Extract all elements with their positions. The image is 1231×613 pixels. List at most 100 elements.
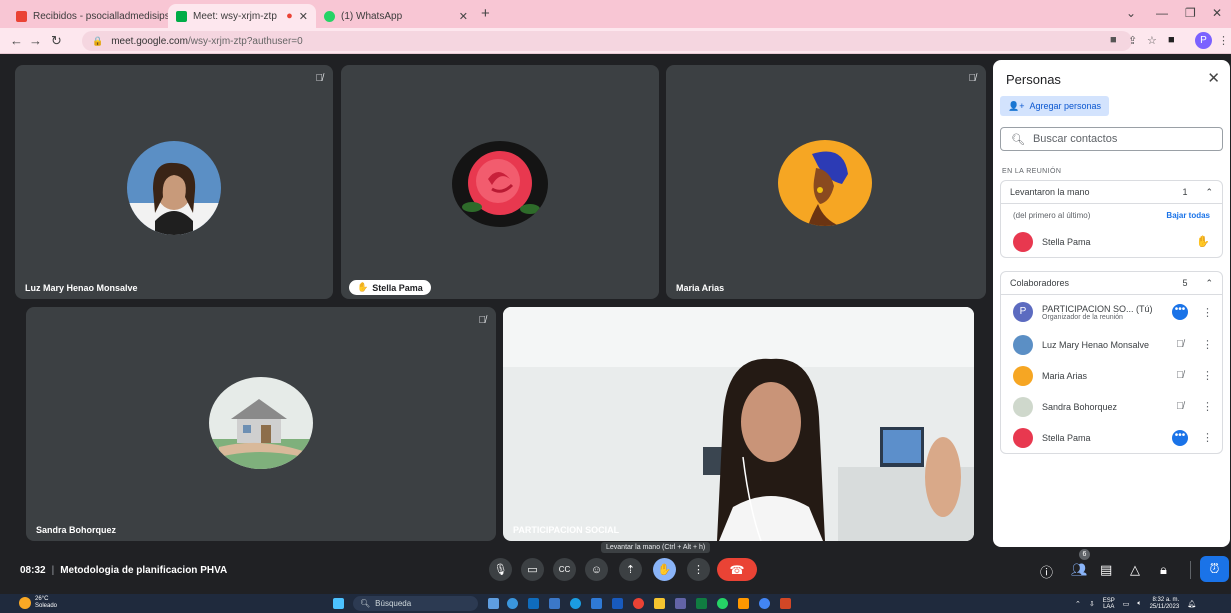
windows-start-icon[interactable] bbox=[333, 598, 344, 609]
add-people-button[interactable]: 👤+ Agregar personas bbox=[1000, 96, 1110, 116]
video-tile[interactable]: 🎙̸ Sandra Bohorquez bbox=[26, 307, 496, 541]
contacts-search-input[interactable]: 🔍︎ Buscar contactos bbox=[1000, 127, 1223, 151]
more-options-icon[interactable]: ⋮ bbox=[1202, 338, 1213, 351]
chevron-up-icon[interactable]: ⌃ bbox=[1205, 187, 1213, 198]
participant-name: Luz Mary Henao Monsalve bbox=[1042, 339, 1150, 350]
network-icon[interactable]: ▭ bbox=[1123, 600, 1130, 608]
new-tab-icon[interactable]: + bbox=[481, 5, 490, 22]
more-options-icon[interactable]: ⋮ bbox=[1202, 369, 1213, 382]
list-item[interactable]: Stella Pama ••• ⋮ bbox=[1001, 422, 1222, 453]
mic-off-icon: 🎙̸ bbox=[968, 73, 977, 84]
participant-role: Organizador de la reunión bbox=[1042, 313, 1123, 321]
sun-icon bbox=[19, 597, 31, 609]
collaborators-header[interactable]: Colaboradores 5 ⌃ bbox=[1001, 272, 1222, 295]
mic-off-icon: 🎙̸ bbox=[1176, 339, 1184, 350]
chrome-icon[interactable] bbox=[633, 598, 644, 609]
leave-call-button[interactable]: ☎ bbox=[717, 558, 757, 581]
raised-hands-header[interactable]: Levantaron la mano 1 ⌃ bbox=[1001, 181, 1222, 204]
list-item[interactable]: Stella Pama ✋ bbox=[1001, 226, 1222, 257]
notification-bell-icon[interactable]: 🔔︎ bbox=[1187, 600, 1196, 608]
restore-icon[interactable]: ❐ bbox=[1185, 6, 1196, 20]
tab-meet[interactable]: Meet: wsy-xrjm-ztp ● ✕ bbox=[168, 4, 316, 28]
collaborators-label: Colaboradores bbox=[1010, 278, 1070, 288]
word-icon[interactable] bbox=[612, 598, 623, 609]
raise-hand-button[interactable]: ✋ bbox=[653, 558, 676, 581]
clock[interactable]: 8:32 a. m. 25/11/2023 bbox=[1150, 597, 1180, 611]
excel-icon[interactable] bbox=[696, 598, 707, 609]
profile-avatar[interactable]: P bbox=[1195, 32, 1212, 49]
present-button[interactable]: ⇡ bbox=[619, 558, 642, 581]
clock-time: 8:32 a. m. bbox=[1152, 597, 1180, 603]
captions-button[interactable]: CC bbox=[553, 558, 576, 581]
video-tile[interactable]: 🎙̸ Maria Arias bbox=[666, 65, 986, 299]
share-icon[interactable]: ⇪ bbox=[1128, 34, 1137, 47]
back-icon[interactable]: ← bbox=[10, 33, 23, 48]
video-tile-active-camera[interactable]: PARTICIPACION SOCIAL bbox=[503, 307, 974, 541]
chat-app-icon[interactable] bbox=[507, 598, 518, 609]
more-options-icon[interactable]: ⋮ bbox=[1202, 306, 1213, 319]
teams-icon[interactable] bbox=[675, 598, 686, 609]
language-indicator[interactable]: ESP LAA bbox=[1103, 598, 1115, 610]
whatsapp-icon[interactable] bbox=[717, 598, 728, 609]
window-close-icon[interactable]: ✕ bbox=[1212, 6, 1222, 20]
video-tile[interactable]: 🎙̸ Luz Mary Henao Monsalve bbox=[15, 65, 333, 299]
more-options-button[interactable]: ⋮ bbox=[687, 558, 710, 581]
edge-icon[interactable] bbox=[570, 598, 581, 609]
weather-widget[interactable]: 26°C Soleado bbox=[19, 596, 57, 610]
emoji-icon: ☺ bbox=[590, 563, 603, 576]
search-icon: 🔍︎ bbox=[1011, 133, 1025, 146]
volume-icon[interactable]: 🔈︎ bbox=[1137, 600, 1141, 608]
menu-dots-icon[interactable]: ⋮ bbox=[1218, 34, 1229, 47]
close-icon[interactable]: ✕ bbox=[459, 10, 468, 23]
more-options-icon[interactable]: ⋮ bbox=[1202, 400, 1213, 413]
host-controls-icon[interactable]: 🔒︎ bbox=[1160, 562, 1167, 578]
powerpoint-icon[interactable] bbox=[780, 598, 791, 609]
avatar: P bbox=[1013, 302, 1033, 322]
bookmark-star-icon[interactable]: ☆ bbox=[1147, 34, 1157, 47]
chrome-profile-icon[interactable] bbox=[759, 598, 770, 609]
task-view-icon[interactable] bbox=[488, 598, 499, 609]
app-icon[interactable] bbox=[738, 598, 749, 609]
taskbar-search[interactable]: 🔍︎ Búsqueda bbox=[353, 596, 478, 611]
more-options-icon[interactable]: ⋮ bbox=[1202, 431, 1213, 444]
divider bbox=[1190, 561, 1191, 579]
side-panel-icon[interactable]: ■ bbox=[1168, 34, 1175, 46]
reactions-button[interactable]: ☺ bbox=[585, 558, 608, 581]
forward-icon[interactable]: → bbox=[29, 33, 42, 48]
info-icon[interactable]: ⓘ bbox=[1040, 562, 1053, 581]
close-icon[interactable]: ✕ bbox=[1207, 69, 1220, 87]
camera-indicator-icon[interactable]: ■ bbox=[1110, 34, 1117, 46]
chevron-up-icon[interactable]: ⌃ bbox=[1205, 278, 1213, 289]
usb-icon[interactable]: ⇩ bbox=[1089, 600, 1095, 608]
address-bar[interactable]: 🔒 meet.google.com /wsy-xrjm-ztp?authuser… bbox=[82, 31, 1132, 51]
tab-gmail[interactable]: Recibidos - psocialladmedisips... ✕ bbox=[8, 4, 187, 28]
reload-icon[interactable]: ↻ bbox=[51, 33, 62, 49]
raised-hand-icon[interactable]: ✋ bbox=[1196, 235, 1210, 248]
lower-all-button[interactable]: Bajar todas bbox=[1166, 211, 1210, 220]
list-item[interactable]: Luz Mary Henao Monsalve 🎙̸ ⋮ bbox=[1001, 329, 1222, 360]
mic-off-icon: 🎙̸ bbox=[1176, 370, 1184, 381]
photos-icon[interactable] bbox=[549, 598, 560, 609]
minimize-icon[interactable]: — bbox=[1156, 6, 1168, 20]
avatar bbox=[1013, 231, 1033, 252]
system-tray: ⌃ ⇩ ESP LAA ▭ 🔈︎ 8:32 a. m. 25/11/2023 🔔… bbox=[1075, 597, 1196, 611]
camera-feed bbox=[503, 307, 974, 541]
file-explorer-icon[interactable] bbox=[654, 598, 665, 609]
chevron-down-icon[interactable]: ⌄ bbox=[1126, 6, 1136, 20]
list-item[interactable]: Maria Arias 🎙̸ ⋮ bbox=[1001, 360, 1222, 391]
app-icon[interactable] bbox=[591, 598, 602, 609]
video-tile[interactable]: ✋ Stella Pama bbox=[341, 65, 659, 299]
camera-button[interactable]: ▭ bbox=[521, 558, 544, 581]
companion-mode-icon[interactable]: ⏰︎ bbox=[1200, 556, 1229, 582]
people-icon[interactable]: 👥︎ bbox=[1071, 562, 1088, 578]
list-item[interactable]: P PARTICIPACION SO... (Tú) Organizador d… bbox=[1001, 295, 1222, 329]
meet-icon bbox=[176, 10, 187, 22]
list-item[interactable]: Sandra Bohorquez 🎙̸ ⋮ bbox=[1001, 391, 1222, 422]
activities-icon[interactable]: △ bbox=[1130, 562, 1140, 578]
tab-whatsapp[interactable]: (1) WhatsApp ✕ bbox=[316, 4, 476, 28]
chat-icon[interactable]: ▤ bbox=[1100, 562, 1112, 578]
chevron-up-icon[interactable]: ⌃ bbox=[1075, 600, 1081, 608]
mic-button[interactable]: 🎙︎ bbox=[489, 558, 512, 581]
close-icon[interactable]: ✕ bbox=[299, 10, 308, 23]
mail-icon[interactable] bbox=[528, 598, 539, 609]
